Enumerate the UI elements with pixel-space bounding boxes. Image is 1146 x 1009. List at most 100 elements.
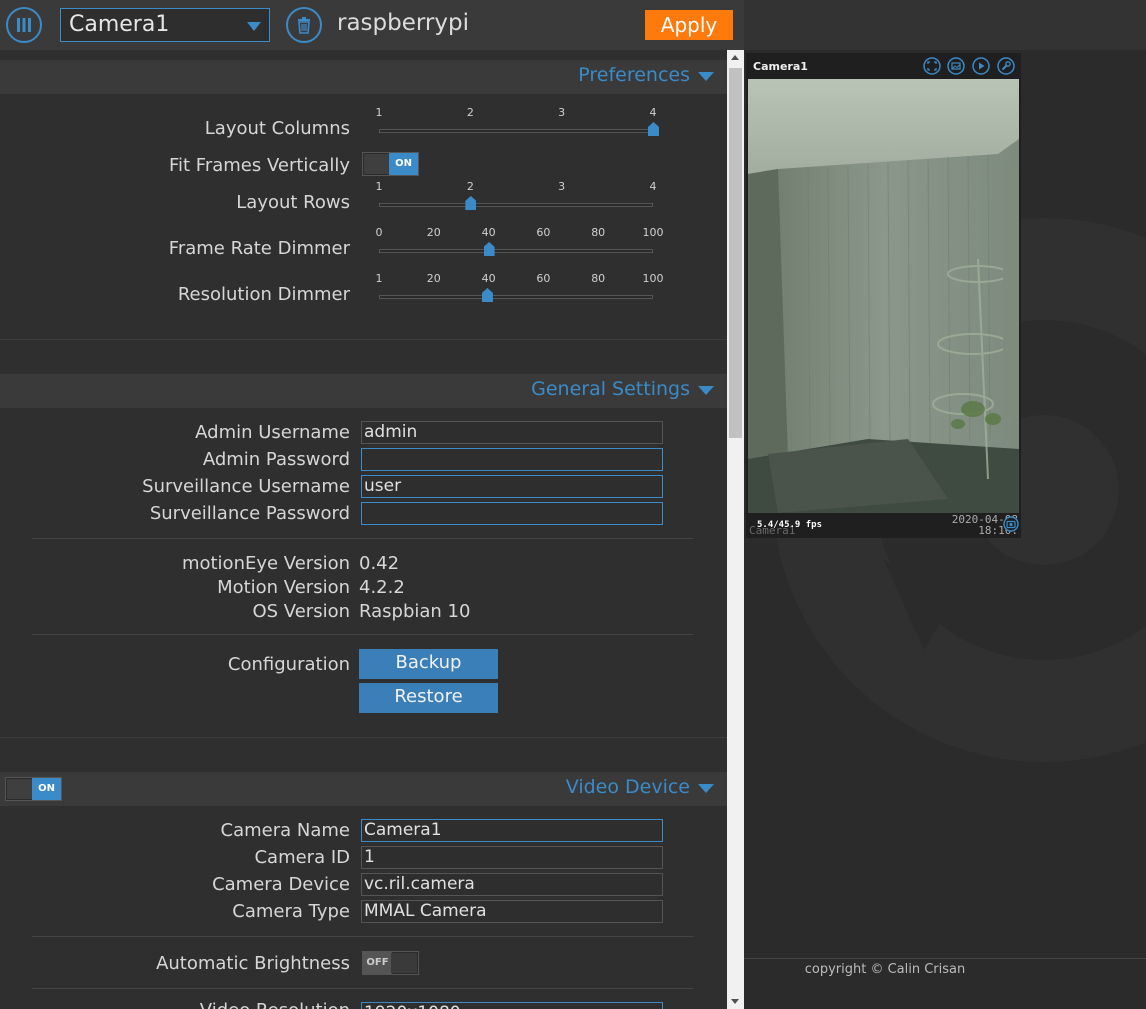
slider-tick-label: 1	[375, 106, 383, 119]
snapshot-icon[interactable]	[1003, 516, 1019, 532]
toggle-state: OFF	[363, 952, 392, 974]
slider-track[interactable]	[379, 203, 653, 207]
preferences-section-header[interactable]: Preferences	[0, 60, 727, 94]
divider	[32, 634, 693, 635]
video-device-title: Video Device	[565, 776, 690, 798]
fit-frames-vertically-toggle[interactable]: ON	[362, 152, 419, 176]
slider-tick-label: 1	[375, 272, 383, 285]
motioneye-version-value: 0.42	[359, 553, 400, 574]
restore-button[interactable]: Restore	[359, 683, 498, 713]
slider-track[interactable]	[379, 129, 653, 133]
surveillance-username-label: Surveillance Username	[142, 476, 350, 497]
surveillance-password-input[interactable]	[361, 502, 663, 525]
menu-icon	[17, 18, 31, 32]
slider-tick-label: 80	[591, 272, 606, 285]
motioneye-version-label: motionEye Version	[181, 553, 350, 574]
toggle-state: ON	[389, 153, 418, 175]
slider-tick-label: 20	[426, 226, 441, 239]
camera-fps: 5.4/45.9 fps	[757, 520, 823, 530]
general-settings-title: General Settings	[531, 378, 690, 400]
video-resolution-label: Video Resolution	[200, 1000, 350, 1009]
fit-frames-vertically-label: Fit Frames Vertically	[168, 155, 350, 176]
slider-tick-label: 40	[481, 272, 496, 285]
layout-columns-slider[interactable]: 1 2 3 4	[372, 106, 662, 146]
camera-select-value: Camera1	[69, 12, 170, 37]
camera-device-input: vc.ril.camera	[361, 873, 663, 896]
chevron-down-icon	[247, 22, 261, 31]
media-browser-icon[interactable]	[947, 57, 965, 75]
admin-password-label: Admin Password	[202, 449, 350, 470]
slider-tick-label: 1	[375, 180, 383, 193]
slider-tick-label: 4	[649, 106, 657, 119]
toggle-knob	[364, 154, 390, 174]
settings-scrollbar[interactable]	[727, 50, 744, 1009]
apply-button[interactable]: Apply	[645, 10, 733, 40]
admin-password-input[interactable]	[361, 448, 663, 471]
general-settings-section-header[interactable]: General Settings	[0, 374, 727, 408]
resolution-dimmer-slider[interactable]: 1 20 40 60 80 100	[372, 272, 664, 312]
chevron-down-icon	[698, 72, 714, 81]
camera-frame-title: Camera1	[753, 60, 808, 73]
slider-tick-label: 40	[481, 226, 496, 239]
slider-tick-label: 60	[536, 272, 551, 285]
video-device-enable-toggle[interactable]: ON	[5, 777, 62, 801]
slider-tick-label: 4	[649, 180, 657, 193]
scrollbar-thumb[interactable]	[729, 68, 742, 438]
fullscreen-icon[interactable]	[923, 57, 941, 75]
camera-type-input: MMAL Camera	[361, 900, 663, 923]
video-device-section-header[interactable]: ON Video Device	[0, 772, 727, 806]
toggle-knob	[391, 953, 417, 973]
scroll-up-icon[interactable]	[731, 55, 739, 60]
slider-tick-label: 2	[466, 106, 474, 119]
slider-tick-label: 100	[642, 226, 664, 239]
automatic-brightness-toggle[interactable]: OFF	[362, 951, 419, 975]
surveillance-username-input[interactable]: user	[361, 475, 663, 498]
camera-device-label: Camera Device	[212, 874, 350, 895]
scroll-down-icon[interactable]	[731, 999, 739, 1004]
camera-frame[interactable]: Camera1 Camera1 5.4/45.9 fps 2020-04-08 …	[746, 53, 1021, 538]
slider-tick-label: 3	[558, 180, 566, 193]
admin-username-input[interactable]: admin	[361, 421, 663, 444]
camera-name-label: Camera Name	[220, 820, 350, 841]
slider-tick-label: 2	[466, 180, 474, 193]
resolution-dimmer-label: Resolution Dimmer	[177, 284, 350, 305]
divider	[32, 988, 693, 989]
os-version-label: OS Version	[252, 601, 350, 622]
play-icon[interactable]	[972, 57, 990, 75]
footer-divider	[744, 958, 1146, 959]
camera-id-label: Camera ID	[254, 847, 350, 868]
divider	[0, 737, 727, 738]
slider-thumb[interactable]	[481, 288, 493, 302]
settings-panel: Preferences Layout Columns 1 2 3 4 Fit Fram…	[0, 50, 727, 1009]
configuration-label: Configuration	[227, 654, 350, 675]
camera-name-input[interactable]: Camera1	[361, 819, 663, 842]
hostname: raspberrypi	[337, 10, 469, 36]
slider-track[interactable]	[379, 295, 653, 299]
camera-select[interactable]: Camera1	[60, 8, 270, 42]
frame-rate-dimmer-label: Frame Rate Dimmer	[168, 238, 350, 259]
layout-rows-slider[interactable]: 1 2 3 4	[372, 180, 662, 220]
slider-track[interactable]	[379, 249, 653, 253]
frame-rate-dimmer-slider[interactable]: 0 20 40 60 80 100	[372, 226, 664, 266]
slider-thumb[interactable]	[483, 242, 495, 256]
backup-button[interactable]: Backup	[359, 649, 498, 679]
slider-tick-label: 80	[591, 226, 606, 239]
slider-thumb[interactable]	[465, 196, 477, 210]
camera-stream-image[interactable]	[748, 79, 1019, 513]
settings-menu-button[interactable]	[6, 7, 42, 43]
divider	[32, 538, 693, 539]
automatic-brightness-label: Automatic Brightness	[156, 953, 350, 974]
camera-type-label: Camera Type	[232, 901, 350, 922]
motion-version-value: 4.2.2	[359, 577, 405, 598]
configure-icon[interactable]	[997, 57, 1015, 75]
admin-username-label: Admin Username	[195, 422, 350, 443]
camera-id-input: 1	[361, 846, 663, 869]
remove-camera-button[interactable]	[286, 7, 322, 43]
os-version-value: Raspbian 10	[359, 601, 471, 622]
chevron-down-icon	[698, 386, 714, 395]
video-resolution-select[interactable]: 1920x1080	[361, 1002, 663, 1009]
divider	[0, 339, 727, 340]
slider-tick-label: 60	[536, 226, 551, 239]
camera-area: Camera1 Camera1 5.4/45.9 fps 2020-04-08 …	[744, 0, 1146, 1009]
slider-thumb[interactable]	[648, 122, 659, 136]
